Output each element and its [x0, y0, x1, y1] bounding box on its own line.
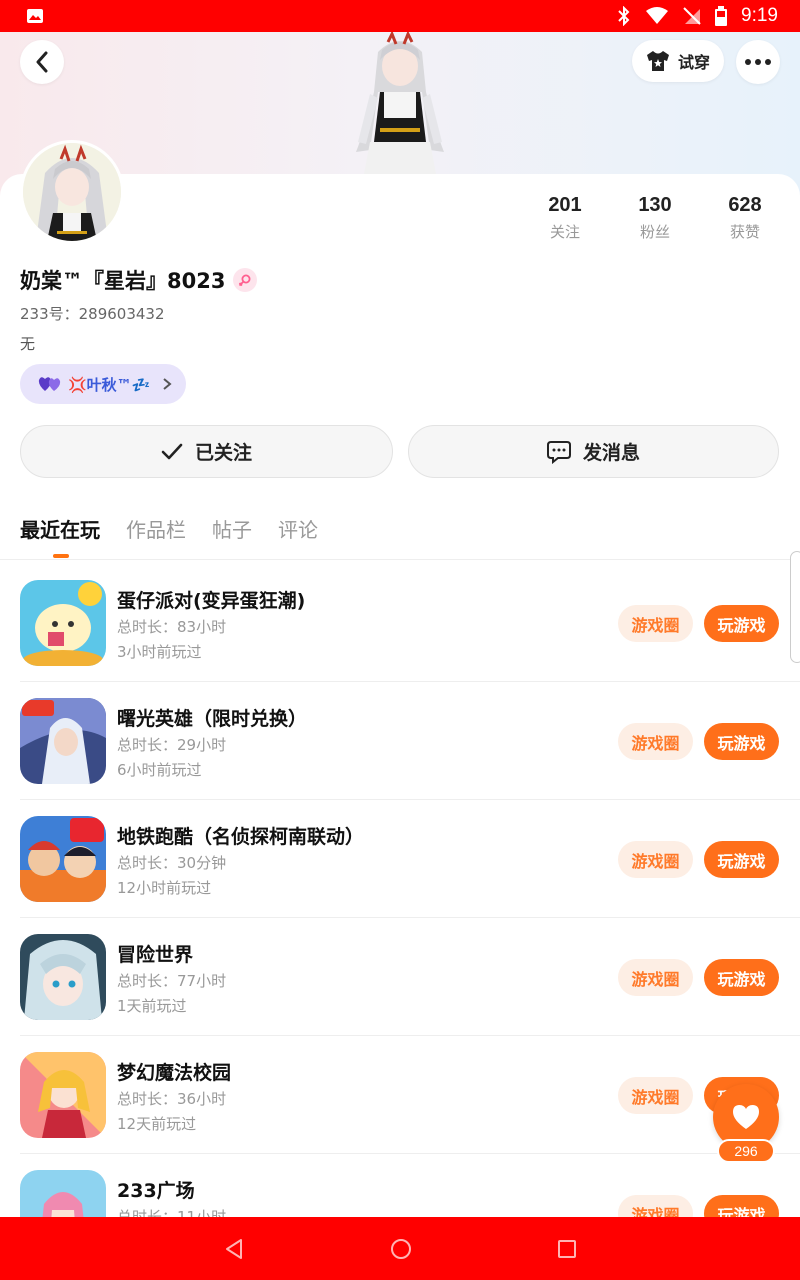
stat-following[interactable]: 201 关注 [520, 194, 610, 242]
list-item[interactable]: 蛋仔派对(变异蛋狂潮) 总时长：83小时 3小时前玩过 游戏圈 玩游戏 [0, 564, 800, 682]
avatar-figure-image [356, 32, 444, 174]
tab-indicator [53, 554, 69, 558]
followed-button[interactable]: 已关注 [20, 425, 393, 478]
game-icon-image [20, 934, 106, 1020]
image-notification-icon [27, 9, 43, 23]
stat-likes[interactable]: 628 获赞 [700, 194, 790, 242]
game-icon-image [20, 816, 106, 902]
stat-label: 获赞 [729, 223, 760, 241]
divider [0, 559, 800, 560]
game-circle-button[interactable]: 游戏圈 [618, 959, 693, 996]
cp-name: 💢叶秋™💤 [68, 375, 151, 394]
game-circle-button[interactable]: 游戏圈 [618, 1077, 693, 1114]
profile-tabs: 最近在玩 作品栏 帖子 评论 [20, 514, 318, 543]
female-icon [233, 268, 258, 292]
game-duration: 总时长：77小时 [117, 972, 227, 990]
back-button[interactable] [20, 40, 64, 84]
system-nav-bar [0, 1217, 800, 1280]
account-id: 233号：289603432 [20, 305, 165, 323]
back-icon [36, 51, 48, 73]
play-game-button[interactable]: 玩游戏 [704, 959, 779, 996]
play-game-button[interactable]: 玩游戏 [704, 1195, 779, 1217]
recent-games-list: 蛋仔派对(变异蛋狂潮) 总时长：83小时 3小时前玩过 游戏圈 玩游戏 曙光英雄… [0, 564, 800, 1217]
list-item[interactable]: 冒险世界 总时长：77小时 1天前玩过 游戏圈 玩游戏 [0, 918, 800, 1036]
stat-value: 201 [548, 194, 582, 216]
tab-posts[interactable]: 帖子 [212, 514, 252, 543]
send-message-label: 发消息 [582, 442, 640, 464]
more-icon [745, 59, 771, 65]
tab-works[interactable]: 作品栏 [126, 514, 186, 543]
game-title: 233广场 [117, 1180, 195, 1202]
game-duration: 总时长：29小时 [117, 736, 227, 754]
nav-back-icon[interactable] [223, 1238, 245, 1260]
game-last-played: 12天前玩过 [117, 1115, 197, 1133]
game-title: 冒险世界 [117, 944, 194, 966]
avatar[interactable] [20, 140, 124, 244]
profile-stats: 201 关注 130 粉丝 628 获赞 [520, 194, 790, 242]
nav-home-icon[interactable] [390, 1238, 412, 1260]
status-bar: 9:19 [0, 0, 800, 32]
game-duration: 总时长：83小时 [117, 618, 227, 636]
list-item[interactable]: 地铁跑酷（名侦探柯南联动） 总时长：30分钟 12小时前玩过 游戏圈 玩游戏 [0, 800, 800, 918]
double-heart-icon [38, 377, 61, 391]
like-count: 296 [717, 1139, 775, 1163]
more-button[interactable] [736, 40, 780, 84]
heart-icon [733, 1105, 759, 1129]
stat-label: 关注 [549, 223, 580, 241]
game-icon-image [20, 1052, 106, 1138]
try-on-label: 试穿 [677, 53, 710, 72]
chat-icon [546, 440, 571, 464]
list-item[interactable]: 梦幻魔法校园 总时长：36小时 12天前玩过 游戏圈 玩游戏 [0, 1036, 800, 1154]
game-duration: 总时长：36小时 [117, 1090, 227, 1108]
avatar-image [23, 143, 121, 241]
bluetooth-icon [618, 6, 630, 26]
list-item[interactable]: 233广场 总时长：11小时 游戏圈 玩游戏 [0, 1154, 800, 1217]
cp-relationship-pill[interactable]: 💢叶秋™💤 [20, 364, 186, 404]
username: 奶棠™『星岩』8023 [20, 269, 226, 293]
wifi-icon [646, 7, 669, 24]
game-title: 蛋仔派对(变异蛋狂潮) [117, 590, 306, 612]
bio: 无 [20, 335, 36, 353]
game-duration: 总时长：30分钟 [117, 854, 227, 872]
play-game-button[interactable]: 玩游戏 [704, 841, 779, 878]
username-row: 奶棠™『星岩』8023 [20, 265, 258, 295]
send-message-button[interactable]: 发消息 [408, 425, 779, 478]
stat-value: 130 [638, 194, 672, 216]
list-item[interactable]: 曙光英雄（限时兑换） 总时长：29小时 6小时前玩过 游戏圈 玩游戏 [0, 682, 800, 800]
no-signal-icon [683, 7, 701, 25]
game-last-played: 6小时前玩过 [117, 761, 202, 779]
stat-followers[interactable]: 130 粉丝 [610, 194, 700, 242]
game-title: 梦幻魔法校园 [117, 1062, 232, 1084]
nav-recents-icon[interactable] [557, 1239, 577, 1259]
stat-value: 628 [728, 194, 762, 216]
try-on-button[interactable]: 试穿 [632, 40, 724, 82]
play-game-button[interactable]: 玩游戏 [704, 605, 779, 642]
game-icon-image [20, 580, 106, 666]
game-circle-button[interactable]: 游戏圈 [618, 841, 693, 878]
game-last-played: 3小时前玩过 [117, 643, 202, 661]
shirt-icon [646, 51, 669, 71]
game-circle-button[interactable]: 游戏圈 [618, 723, 693, 760]
clock: 9:19 [741, 5, 778, 26]
game-icon-image [20, 1170, 106, 1217]
stat-label: 粉丝 [639, 223, 670, 241]
game-circle-button[interactable]: 游戏圈 [618, 605, 693, 642]
battery-icon [715, 6, 728, 26]
tab-comments[interactable]: 评论 [278, 514, 318, 543]
tab-recently-played[interactable]: 最近在玩 [20, 514, 100, 543]
game-icon-image [20, 698, 106, 784]
game-duration: 总时长：11小时 [117, 1208, 227, 1217]
game-title: 曙光英雄（限时兑换） [117, 708, 308, 730]
chevron-right-icon [163, 378, 172, 390]
game-title: 地铁跑酷（名侦探柯南联动） [117, 826, 365, 848]
play-game-button[interactable]: 玩游戏 [704, 723, 779, 760]
followed-label: 已关注 [194, 442, 252, 464]
game-last-played: 1天前玩过 [117, 997, 187, 1015]
checkmark-icon [161, 443, 183, 459]
game-last-played: 12小时前玩过 [117, 879, 212, 897]
game-circle-button[interactable]: 游戏圈 [618, 1195, 693, 1217]
